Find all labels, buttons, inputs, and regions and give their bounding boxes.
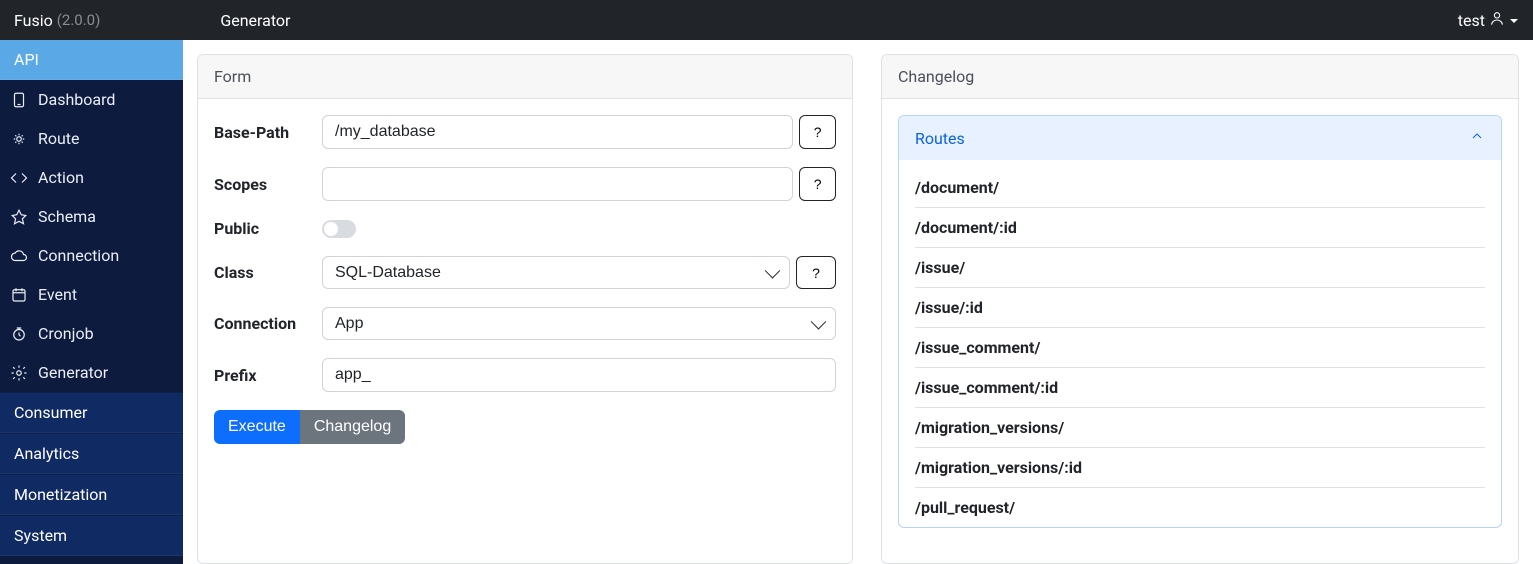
route-item[interactable]: /issue_comment/:id [915,368,1485,408]
scopes-help-button[interactable]: ? [799,167,836,201]
route-item[interactable]: /document/ [915,168,1485,208]
changelog-button[interactable]: Changelog [300,410,405,444]
person-icon [1489,10,1505,30]
changelog-card: Changelog Routes /document/ /document/:i… [881,54,1519,564]
sidebar-item-label: Cronjob [38,324,94,343]
user-menu[interactable]: test [1458,10,1519,30]
sidebar: API Dashboard Route Action Schema Connec… [0,40,183,564]
user-name: test [1458,11,1485,30]
form-card-header: Form [198,55,852,99]
sidebar-item-label: Connection [38,246,119,265]
class-label: Class [214,263,322,282]
base-path-label: Base-Path [214,123,322,142]
base-path-input[interactable] [322,115,793,149]
sidebar-group-system[interactable]: System [0,515,183,556]
route-icon [10,130,28,148]
code-icon [10,169,28,187]
clock-icon [10,325,28,343]
sidebar-group-api[interactable]: API [0,40,183,80]
sidebar-item-cronjob[interactable]: Cronjob [0,314,183,353]
brand-name: Fusio [14,11,53,30]
page-title: Generator [220,11,290,30]
star-icon [10,208,28,226]
cog-icon [10,364,28,382]
brand-version: (2.0.0) [57,11,101,29]
route-item[interactable]: /migration_versions/ [915,408,1485,448]
form-card: Form Base-Path ? Scopes ? [197,54,853,564]
connection-select[interactable]: App [322,307,836,340]
sidebar-item-label: Generator [38,363,108,382]
execute-button[interactable]: Execute [214,410,300,444]
routes-accordion-header[interactable]: Routes [899,116,1501,160]
public-toggle[interactable] [322,220,356,238]
sidebar-item-schema[interactable]: Schema [0,197,183,236]
route-item[interactable]: /migration_versions/:id [915,448,1485,488]
sidebar-group-monetization[interactable]: Monetization [0,474,183,515]
chevron-up-icon [1469,128,1485,148]
sidebar-item-label: Route [38,129,80,148]
class-select[interactable]: SQL-Database [322,256,790,289]
caret-down-icon [1509,11,1519,30]
routes-list: /document/ /document/:id /issue/ /issue/… [899,160,1501,527]
routes-accordion-title: Routes [915,129,965,148]
calendar-icon [10,286,28,304]
scopes-label: Scopes [214,175,322,194]
changelog-card-header: Changelog [882,55,1518,99]
cloud-icon [10,247,28,265]
topbar: Fusio (2.0.0) Generator test [0,0,1533,40]
sidebar-item-label: Schema [38,207,96,226]
public-label: Public [214,219,322,238]
route-item[interactable]: /pull_request/ [915,488,1485,527]
sidebar-item-label: Action [38,168,84,187]
route-item[interactable]: /issue/:id [915,288,1485,328]
sidebar-item-connection[interactable]: Connection [0,236,183,275]
route-item[interactable]: /issue_comment/ [915,328,1485,368]
sidebar-item-dashboard[interactable]: Dashboard [0,80,183,119]
sidebar-item-action[interactable]: Action [0,158,183,197]
sidebar-item-label: Dashboard [38,90,115,109]
route-item[interactable]: /issue/ [915,248,1485,288]
sidebar-group-analytics[interactable]: Analytics [0,433,183,474]
sidebar-item-label: Event [38,285,77,304]
sidebar-item-generator[interactable]: Generator [0,353,183,392]
scopes-input[interactable] [322,167,793,201]
routes-accordion: Routes /document/ /document/:id /issue/ … [898,115,1502,528]
prefix-input[interactable] [322,358,836,392]
connection-label: Connection [214,314,322,333]
sidebar-group-consumer[interactable]: Consumer [0,392,183,433]
route-item[interactable]: /document/:id [915,208,1485,248]
sidebar-item-event[interactable]: Event [0,275,183,314]
class-help-button[interactable]: ? [796,256,836,289]
prefix-label: Prefix [214,366,322,385]
base-path-help-button[interactable]: ? [799,115,836,149]
tablet-icon [10,91,28,109]
sidebar-item-route[interactable]: Route [0,119,183,158]
